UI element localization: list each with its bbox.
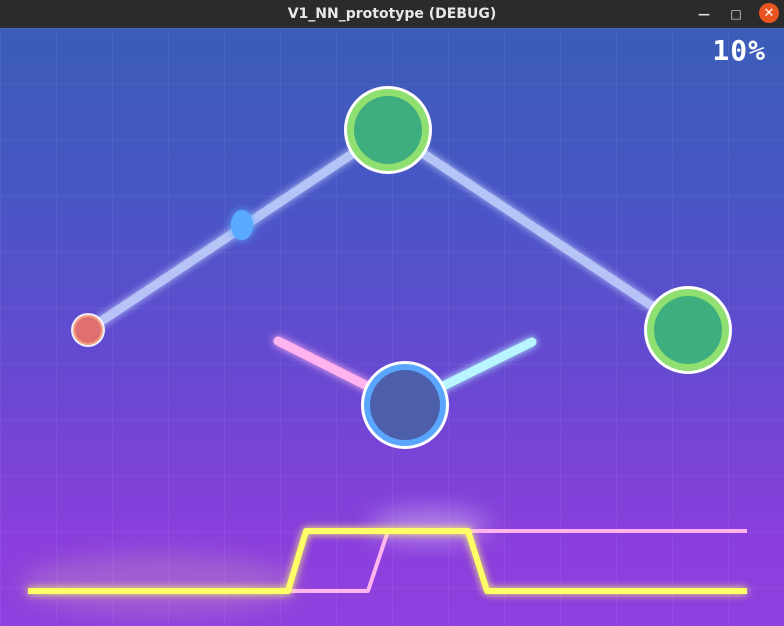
connection-right [383,125,693,335]
maximize-button[interactable]: □ [726,4,746,24]
app-window: V1_NN_prototype (DEBUG) — □ ✕ 10% [0,0,784,626]
signal-pulse [231,210,253,240]
game-viewport[interactable]: 10% [0,28,784,626]
input-node-red[interactable] [71,313,105,347]
node-green-right[interactable] [644,286,732,374]
minimize-button[interactable]: — [694,4,714,24]
ground-glow [20,554,300,614]
window-title: V1_NN_prototype (DEBUG) [287,6,497,22]
close-button[interactable]: ✕ [759,3,779,23]
node-green-top[interactable] [344,86,432,174]
game-scene [20,86,747,614]
player-node-blue[interactable] [361,361,449,449]
progress-percent: 10% [712,34,766,67]
pink-waveform [290,529,747,593]
title-bar[interactable]: V1_NN_prototype (DEBUG) — □ ✕ [0,0,784,28]
